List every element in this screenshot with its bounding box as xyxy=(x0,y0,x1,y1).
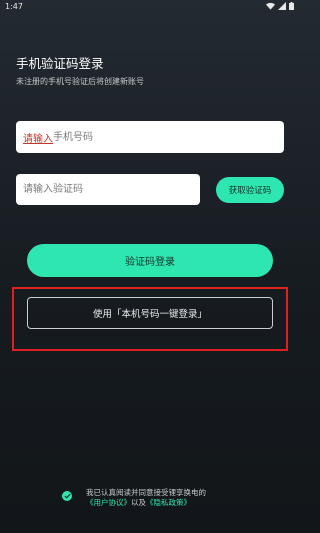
signal-icon xyxy=(278,2,286,10)
phone-input[interactable] xyxy=(16,121,284,153)
agreement-connector: 以及 xyxy=(131,498,146,507)
page-title: 手机验证码登录 xyxy=(16,56,104,71)
user-agreement-link[interactable]: 《用户协议》 xyxy=(86,498,131,507)
get-code-button[interactable]: 获取验证码 xyxy=(216,177,284,203)
one-click-login-button[interactable]: 使用「本机号码一键登录」 xyxy=(27,297,273,329)
phone-field[interactable]: 请输入 xyxy=(16,121,284,153)
agreement-checkbox[interactable] xyxy=(62,491,72,501)
checkmark-icon xyxy=(63,493,71,499)
page-subtitle: 未注册的手机号验证后将创建新账号 xyxy=(16,77,144,86)
code-login-button[interactable]: 验证码登录 xyxy=(27,244,273,277)
code-input[interactable] xyxy=(16,174,200,205)
privacy-policy-link[interactable]: 《隐私政策》 xyxy=(146,498,191,507)
status-icons xyxy=(266,2,294,10)
status-time: 1:47 xyxy=(5,2,23,11)
status-bar: 1:47 xyxy=(0,0,300,14)
battery-icon xyxy=(289,2,294,10)
agreement-links: 《用户协议》以及《隐私政策》 xyxy=(86,497,191,508)
wifi-icon xyxy=(266,2,275,10)
code-field[interactable] xyxy=(16,174,200,205)
